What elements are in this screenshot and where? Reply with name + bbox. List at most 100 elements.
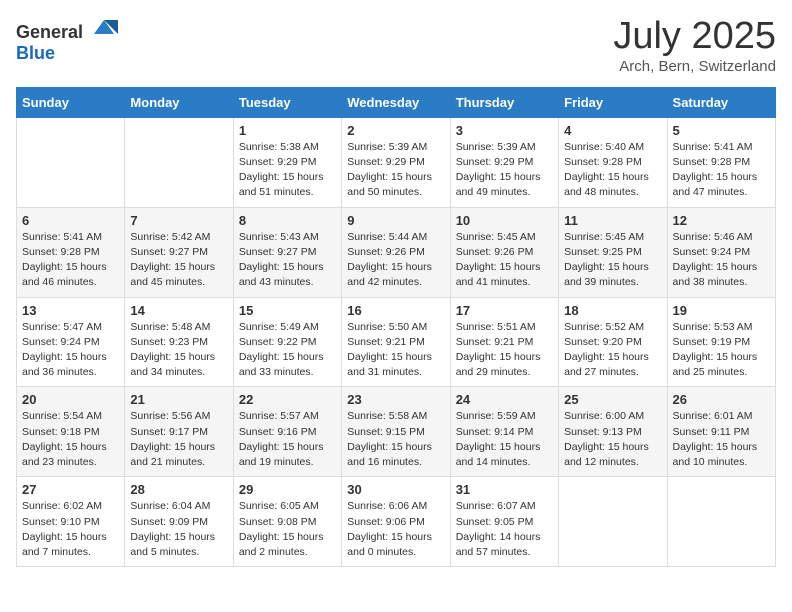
day-info: Sunrise: 5:39 AMSunset: 9:29 PMDaylight:…: [456, 140, 553, 201]
calendar-cell: 7 Sunrise: 5:42 AMSunset: 9:27 PMDaylight…: [125, 207, 233, 297]
day-info: Sunrise: 5:45 AMSunset: 9:25 PMDaylight:…: [564, 230, 661, 291]
logo-general: General: [16, 22, 83, 42]
calendar-cell: 5Sunrise: 5:41 AMSunset: 9:28 PMDaylight…: [667, 117, 775, 207]
calendar-cell: 27 Sunrise: 6:02 AMSunset: 9:10 PMDayligh…: [17, 477, 125, 567]
logo: General Blue: [16, 16, 118, 64]
day-info: Sunrise: 6:06 AMSunset: 9:06 PMDaylight:…: [347, 499, 444, 560]
day-info: Sunrise: 5:41 AMSunset: 9:28 PMDaylight:…: [22, 230, 119, 291]
day-info: Sunrise: 5:46 AMSunset: 9:24 PMDaylight:…: [673, 230, 770, 291]
logo-text: General Blue: [16, 16, 118, 64]
day-info: Sunrise: 5:43 AMSunset: 9:27 PMDaylight:…: [239, 230, 336, 291]
calendar-week-row: 27 Sunrise: 6:02 AMSunset: 9:10 PMDayligh…: [17, 477, 776, 567]
day-info: Sunrise: 6:02 AMSunset: 9:10 PMDaylight:…: [22, 499, 119, 560]
calendar-cell: 1 Sunrise: 5:38 AMSunset: 9:29 PMDaylight…: [233, 117, 341, 207]
day-number: 3: [456, 123, 553, 138]
day-number: 6: [22, 213, 119, 228]
day-number: 15: [239, 303, 336, 318]
calendar-cell: 4Sunrise: 5:40 AMSunset: 9:28 PMDaylight…: [559, 117, 667, 207]
calendar-cell: 28 Sunrise: 6:04 AMSunset: 9:09 PMDayligh…: [125, 477, 233, 567]
weekday-header: Monday: [125, 87, 233, 117]
day-info: Sunrise: 5:56 AMSunset: 9:17 PMDaylight:…: [130, 409, 227, 470]
calendar-week-row: 13 Sunrise: 5:47 AMSunset: 9:24 PMDayligh…: [17, 297, 776, 387]
day-number: 13: [22, 303, 119, 318]
calendar-cell: 18Sunrise: 5:52 AMSunset: 9:20 PMDayligh…: [559, 297, 667, 387]
calendar-cell: 22 Sunrise: 5:57 AMSunset: 9:16 PMDayligh…: [233, 387, 341, 477]
day-info: Sunrise: 5:39 AMSunset: 9:29 PMDaylight:…: [347, 140, 444, 201]
day-number: 4: [564, 123, 661, 138]
day-number: 22: [239, 392, 336, 407]
day-number: 12: [673, 213, 770, 228]
day-info: Sunrise: 6:00 AMSunset: 9:13 PMDaylight:…: [564, 409, 661, 470]
day-info: Sunrise: 5:38 AMSunset: 9:29 PMDaylight:…: [239, 140, 336, 201]
calendar-week-row: 1 Sunrise: 5:38 AMSunset: 9:29 PMDaylight…: [17, 117, 776, 207]
weekday-header: Wednesday: [342, 87, 450, 117]
day-number: 24: [456, 392, 553, 407]
calendar-cell: 12 Sunrise: 5:46 AMSunset: 9:24 PMDayligh…: [667, 207, 775, 297]
day-number: 27: [22, 482, 119, 497]
day-number: 17: [456, 303, 553, 318]
calendar-cell: [559, 477, 667, 567]
calendar-week-row: 20Sunrise: 5:54 AMSunset: 9:18 PMDayligh…: [17, 387, 776, 477]
day-info: Sunrise: 6:04 AMSunset: 9:09 PMDaylight:…: [130, 499, 227, 560]
calendar-cell: 11 Sunrise: 5:45 AMSunset: 9:25 PMDayligh…: [559, 207, 667, 297]
calendar-cell: 30 Sunrise: 6:06 AMSunset: 9:06 PMDayligh…: [342, 477, 450, 567]
weekday-header-row: SundayMondayTuesdayWednesdayThursdayFrid…: [17, 87, 776, 117]
calendar-cell: 6 Sunrise: 5:41 AMSunset: 9:28 PMDaylight…: [17, 207, 125, 297]
calendar-cell: 8Sunrise: 5:43 AMSunset: 9:27 PMDaylight…: [233, 207, 341, 297]
day-number: 9: [347, 213, 444, 228]
calendar-cell: 26 Sunrise: 6:01 AMSunset: 9:11 PMDayligh…: [667, 387, 775, 477]
day-number: 30: [347, 482, 444, 497]
day-info: Sunrise: 5:59 AMSunset: 9:14 PMDaylight:…: [456, 409, 553, 470]
day-info: Sunrise: 5:49 AMSunset: 9:22 PMDaylight:…: [239, 320, 336, 381]
day-info: Sunrise: 5:50 AMSunset: 9:21 PMDaylight:…: [347, 320, 444, 381]
calendar-cell: [667, 477, 775, 567]
day-number: 28: [130, 482, 227, 497]
calendar-cell: 15 Sunrise: 5:49 AMSunset: 9:22 PMDayligh…: [233, 297, 341, 387]
day-number: 1: [239, 123, 336, 138]
day-info: Sunrise: 5:57 AMSunset: 9:16 PMDaylight:…: [239, 409, 336, 470]
day-info: Sunrise: 5:47 AMSunset: 9:24 PMDaylight:…: [22, 320, 119, 381]
day-number: 21: [130, 392, 227, 407]
day-number: 7: [130, 213, 227, 228]
calendar-cell: 25 Sunrise: 6:00 AMSunset: 9:13 PMDayligh…: [559, 387, 667, 477]
calendar-cell: 31 Sunrise: 6:07 AMSunset: 9:05 PMDayligh…: [450, 477, 558, 567]
day-number: 19: [673, 303, 770, 318]
day-info: Sunrise: 5:44 AMSunset: 9:26 PMDaylight:…: [347, 230, 444, 291]
day-number: 11: [564, 213, 661, 228]
day-info: Sunrise: 6:07 AMSunset: 9:05 PMDaylight:…: [456, 499, 553, 560]
calendar-cell: 20Sunrise: 5:54 AMSunset: 9:18 PMDayligh…: [17, 387, 125, 477]
day-number: 23: [347, 392, 444, 407]
weekday-header: Thursday: [450, 87, 558, 117]
calendar-cell: [17, 117, 125, 207]
calendar-week-row: 6 Sunrise: 5:41 AMSunset: 9:28 PMDaylight…: [17, 207, 776, 297]
day-number: 31: [456, 482, 553, 497]
calendar-cell: 13 Sunrise: 5:47 AMSunset: 9:24 PMDayligh…: [17, 297, 125, 387]
calendar-cell: 3 Sunrise: 5:39 AMSunset: 9:29 PMDaylight…: [450, 117, 558, 207]
day-number: 29: [239, 482, 336, 497]
day-number: 16: [347, 303, 444, 318]
weekday-header: Tuesday: [233, 87, 341, 117]
calendar-table: SundayMondayTuesdayWednesdayThursdayFrid…: [16, 87, 776, 567]
calendar-cell: 14Sunrise: 5:48 AMSunset: 9:23 PMDayligh…: [125, 297, 233, 387]
day-info: Sunrise: 5:58 AMSunset: 9:15 PMDaylight:…: [347, 409, 444, 470]
day-info: Sunrise: 5:45 AMSunset: 9:26 PMDaylight:…: [456, 230, 553, 291]
calendar-cell: 16 Sunrise: 5:50 AMSunset: 9:21 PMDayligh…: [342, 297, 450, 387]
day-info: Sunrise: 5:51 AMSunset: 9:21 PMDaylight:…: [456, 320, 553, 381]
calendar-cell: 29 Sunrise: 6:05 AMSunset: 9:08 PMDayligh…: [233, 477, 341, 567]
day-info: Sunrise: 5:42 AMSunset: 9:27 PMDaylight:…: [130, 230, 227, 291]
day-info: Sunrise: 6:05 AMSunset: 9:08 PMDaylight:…: [239, 499, 336, 560]
day-number: 14: [130, 303, 227, 318]
day-number: 10: [456, 213, 553, 228]
calendar-cell: 9 Sunrise: 5:44 AMSunset: 9:26 PMDaylight…: [342, 207, 450, 297]
weekday-header: Saturday: [667, 87, 775, 117]
logo-icon: [90, 16, 118, 38]
day-number: 26: [673, 392, 770, 407]
calendar-cell: 21 Sunrise: 5:56 AMSunset: 9:17 PMDayligh…: [125, 387, 233, 477]
calendar-cell: 24 Sunrise: 5:59 AMSunset: 9:14 PMDayligh…: [450, 387, 558, 477]
day-info: Sunrise: 5:41 AMSunset: 9:28 PMDaylight:…: [673, 140, 770, 201]
day-info: Sunrise: 5:54 AMSunset: 9:18 PMDaylight:…: [22, 409, 119, 470]
day-info: Sunrise: 5:52 AMSunset: 9:20 PMDaylight:…: [564, 320, 661, 381]
weekday-header: Sunday: [17, 87, 125, 117]
day-number: 25: [564, 392, 661, 407]
day-info: Sunrise: 6:01 AMSunset: 9:11 PMDaylight:…: [673, 409, 770, 470]
